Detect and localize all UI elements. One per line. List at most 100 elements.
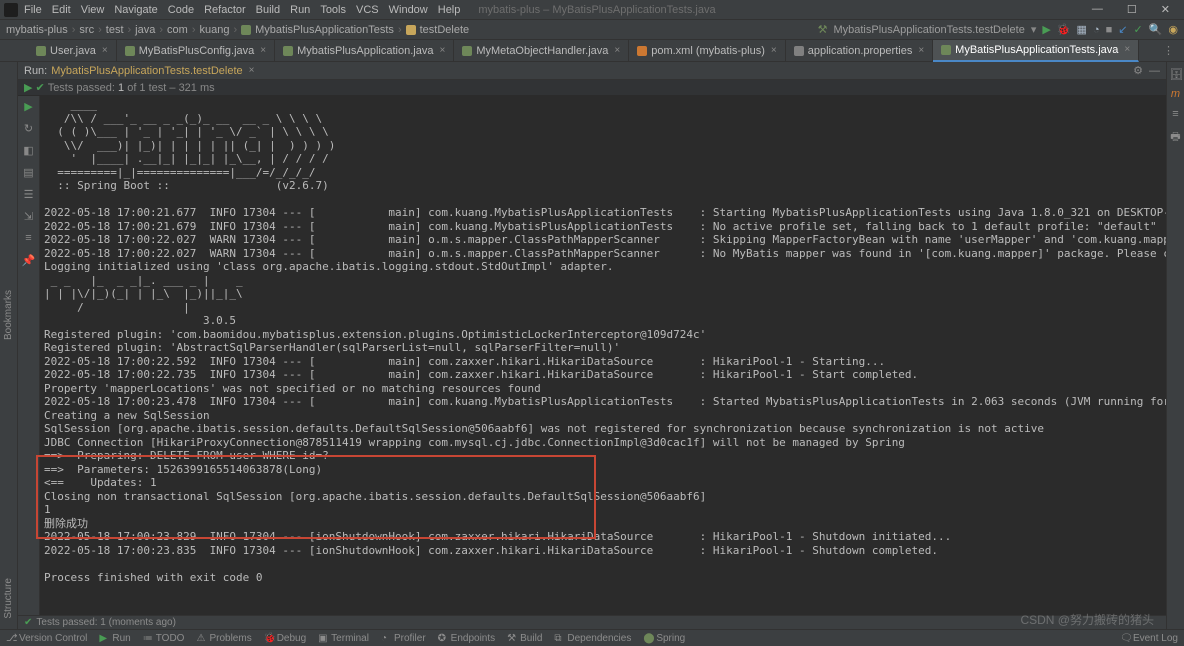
step-icon[interactable]: ▤ [22,166,36,180]
bottom-endpoints[interactable]: ✪Endpoints [438,633,495,644]
export-icon[interactable]: ⇲ [22,210,36,224]
tab-config[interactable]: MyBatisPlusConfig.java× [117,40,275,62]
crumb-kuang[interactable]: kuang [199,24,229,36]
class-file-icon [283,46,293,56]
spring-icon: ⬤ [643,633,653,643]
bottom-todo[interactable]: ≔TODO [143,633,185,644]
bottom-version-control[interactable]: ⎇Version Control [6,633,87,644]
menu-code[interactable]: Code [168,4,194,16]
print-icon[interactable]: 🖶 [1170,128,1182,140]
tabs-more-icon[interactable]: ⋮ [1163,44,1174,57]
stop-icon[interactable]: ■ [1106,24,1113,36]
search-icon[interactable]: 🔍 [1149,23,1163,36]
class-file-icon [125,46,135,56]
crumb-com[interactable]: com [167,24,188,36]
run-config-name[interactable]: MybatisPlusApplicationTests.testDelete [51,65,242,77]
window-close-icon[interactable]: ✕ [1161,3,1170,16]
close-icon[interactable]: × [771,45,777,56]
run-label: Run: [24,65,47,77]
maven-file-icon [637,46,647,56]
menu-help[interactable]: Help [438,4,461,16]
bottom-dependencies[interactable]: ⧉Dependencies [554,633,631,644]
menu-window[interactable]: Window [389,4,428,16]
layout-icon[interactable]: ≡ [22,232,36,246]
close-icon[interactable]: × [614,45,620,56]
bottom-build[interactable]: ⚒Build [507,633,542,644]
hammer-icon[interactable]: ⚒ [818,23,828,36]
vcs-commit-icon[interactable]: ✓ [1133,23,1142,36]
crumb-test[interactable]: test [106,24,124,36]
menu-navigate[interactable]: Navigate [114,4,157,16]
build-icon: ⚒ [507,633,517,643]
tab-pom[interactable]: pom.xml (mybatis-plus)× [629,40,786,62]
database-icon[interactable]: 🗄 [1170,68,1182,80]
endpoints-icon: ✪ [438,633,448,643]
tab-tests[interactable]: MyBatisPlusApplicationTests.java× [933,40,1139,62]
chevron-down-icon[interactable]: ▾ [1031,23,1037,36]
bottom-profiler[interactable]: ◔Profiler [381,633,426,644]
rerun-icon[interactable]: ▶ [24,81,32,94]
bottom-debug[interactable]: 🐞Debug [264,633,306,644]
bottom-terminal[interactable]: ▣Terminal [318,633,369,644]
crumb-root[interactable]: mybatis-plus [6,24,68,36]
filter-icon[interactable]: ☰ [22,188,36,202]
bottom-spring[interactable]: ⬤Spring [643,633,685,644]
bug-icon: 🐞 [264,633,274,643]
close-icon[interactable]: × [918,45,924,56]
maven-icon[interactable]: m [1170,88,1182,100]
run-icon[interactable]: ▶ [1042,23,1050,36]
bottom-run[interactable]: ▶Run [99,633,130,644]
bottom-problems[interactable]: ⚠Problems [196,633,251,644]
crumb-java[interactable]: java [135,24,155,36]
editor-tabs: User.java× MyBatisPlusConfig.java× Mybat… [0,40,1184,62]
rerun-failed-icon[interactable]: ▶ [22,100,36,114]
menu-tools[interactable]: Tools [320,4,346,16]
notifications-icon[interactable]: ≡ [1170,108,1182,120]
event-log[interactable]: 🗨Event Log [1120,633,1178,644]
tab-props[interactable]: application.properties× [786,40,933,62]
crumb-method[interactable]: testDelete [420,24,470,36]
gear-icon[interactable]: ⚙ [1133,64,1143,77]
crumb-src[interactable]: src [79,24,94,36]
left-tool-structure[interactable]: Structure [3,578,14,619]
window-minimize-icon[interactable]: — [1092,3,1103,16]
console-output[interactable]: ____ /\\ / ___'_ __ _ _(_)_ __ __ _ \ \ … [40,96,1166,618]
run-config-selector[interactable]: MybatisPlusApplicationTests.testDelete [833,24,1024,36]
crumb-class[interactable]: MybatisPlusApplicationTests [255,24,394,36]
toggle-breakpoint-icon[interactable]: ◧ [22,144,36,158]
close-icon[interactable]: × [1124,44,1130,55]
window-title: mybatis-plus – MyBatisPlusApplicationTes… [478,4,715,16]
pin-icon[interactable]: 📌 [22,254,36,268]
close-icon[interactable]: × [439,45,445,56]
left-tool-bookmarks[interactable]: Bookmarks [3,290,14,340]
close-icon[interactable]: × [260,45,266,56]
minimize-tool-icon[interactable]: — [1149,65,1160,77]
close-run-tab-icon[interactable]: × [249,65,255,76]
menu-edit[interactable]: Edit [52,4,71,16]
tab-user[interactable]: User.java× [28,40,117,62]
vcs-update-icon[interactable]: ↙ [1118,23,1127,36]
debug-icon[interactable]: 🐞 [1057,23,1071,36]
stop-process-icon[interactable]: ↻ [22,122,36,136]
run-status-bar: ✔ Tests passed: 1 (moments ago) [18,615,1166,629]
tab-app[interactable]: MybatisPlusApplication.java× [275,40,454,62]
menu-vcs[interactable]: VCS [356,4,379,16]
menu-refactor[interactable]: Refactor [204,4,246,16]
eventlog-icon: 🗨 [1120,633,1130,643]
menu-build[interactable]: Build [256,4,280,16]
menu-file[interactable]: File [24,4,42,16]
passed-icon: ✔ [35,81,44,94]
class-file-icon [941,45,951,55]
menu-view[interactable]: View [81,4,105,16]
right-tool-stripe: 🗄 m ≡ 🖶 [1166,62,1184,629]
window-maximize-icon[interactable]: ☐ [1127,3,1137,16]
menu-run[interactable]: Run [290,4,310,16]
properties-file-icon [794,46,804,56]
close-icon[interactable]: × [102,45,108,56]
tab-handler[interactable]: MyMetaObjectHandler.java× [454,40,629,62]
class-file-icon [36,46,46,56]
tests-passed-label: Tests passed: [48,82,115,94]
profile-icon[interactable]: ◔ [1093,24,1100,36]
settings-icon[interactable]: ◉ [1168,23,1178,36]
coverage-icon[interactable]: ▦ [1077,23,1087,36]
